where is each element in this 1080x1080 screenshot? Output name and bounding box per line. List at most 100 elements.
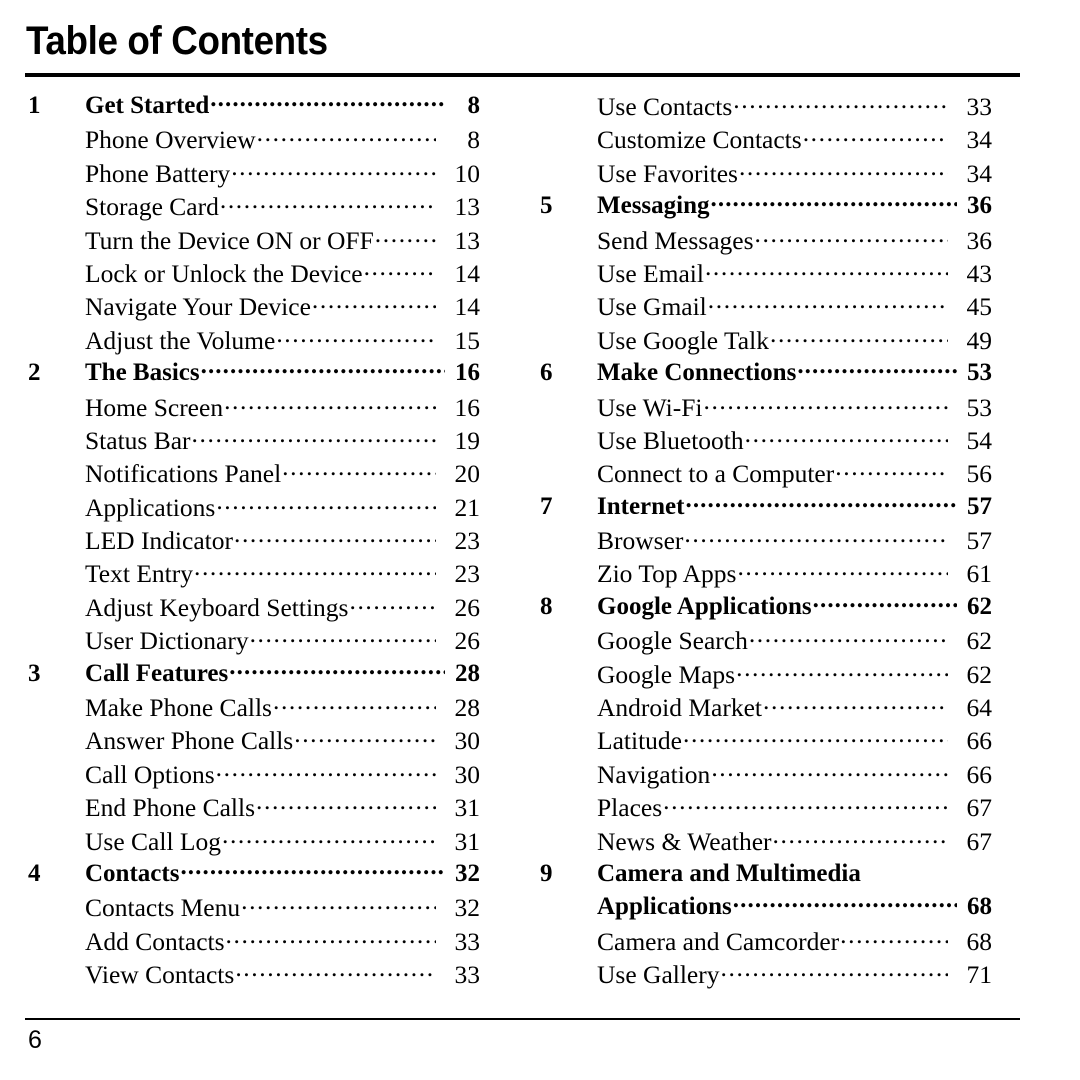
toc-entry-label: Navigation xyxy=(597,759,711,789)
toc-entry-body: User Dictionary 26 xyxy=(85,626,480,656)
toc-entry-body: Call Options 30 xyxy=(85,760,480,790)
toc-entry-label: Get Started xyxy=(85,92,210,119)
toc-entry-row[interactable]: LED Indicator 23 xyxy=(28,526,480,559)
toc-entry-row[interactable]: Latitude 66 xyxy=(540,726,992,759)
toc-entry-row[interactable]: Browser 57 xyxy=(540,526,992,559)
toc-chapter-row[interactable]: 5 Messaging 36 xyxy=(540,192,992,225)
dot-leader xyxy=(708,299,948,315)
toc-entry-row[interactable]: User Dictionary 26 xyxy=(28,626,480,659)
toc-entry-row[interactable]: Adjust Keyboard Settings 26 xyxy=(28,593,480,626)
toc-chapter-row[interactable]: Applications 68 xyxy=(540,893,992,926)
toc-entry-page-number: 56 xyxy=(966,459,993,489)
toc-entry-row[interactable]: Turn the Device ON or OFF 13 xyxy=(28,226,480,259)
toc-entry-page-number: 67 xyxy=(966,826,993,856)
dot-leader xyxy=(282,466,436,482)
dot-leader xyxy=(736,667,948,683)
toc-entry-row[interactable]: Navigation 66 xyxy=(540,760,992,793)
toc-entry-body: Google Search 62 xyxy=(597,626,992,656)
toc-entry-row[interactable]: Connect to a Computer 56 xyxy=(540,459,992,492)
toc-entry-row[interactable]: Use Favorites 34 xyxy=(540,159,992,192)
toc-entry-row[interactable]: Phone Overview 8 xyxy=(28,125,480,158)
toc-entry-row[interactable]: Camera and Camcorder 68 xyxy=(540,927,992,960)
toc-entry-row[interactable]: View Contacts 33 xyxy=(28,960,480,993)
toc-entry-row[interactable]: Answer Phone Calls 30 xyxy=(28,726,480,759)
dot-leader xyxy=(250,633,436,649)
toc-entry-row[interactable]: Google Maps 62 xyxy=(540,660,992,693)
toc-entry-row[interactable]: End Phone Calls 31 xyxy=(28,793,480,826)
toc-chapter-row[interactable]: 3 Call Features 28 xyxy=(28,660,480,693)
toc-entry-row[interactable]: Navigate Your Device 14 xyxy=(28,292,480,325)
toc-entry-row[interactable]: Use Wi-Fi 53 xyxy=(540,393,992,426)
toc-entry-row[interactable]: News & Weather 67 xyxy=(540,827,992,860)
toc-entry-body: Contacts 32 xyxy=(85,860,480,888)
toc-entry-row[interactable]: Android Market 64 xyxy=(540,693,992,726)
toc-entry-page-number: 23 xyxy=(454,526,481,556)
toc-entry-row[interactable]: Adjust the Volume 15 xyxy=(28,326,480,359)
toc-chapter-row[interactable]: 2 The Basics 16 xyxy=(28,359,480,392)
toc-entry-row[interactable]: Places 67 xyxy=(540,793,992,826)
toc-entry-row[interactable]: Use Email 43 xyxy=(540,259,992,292)
toc-entry-label: Notifications Panel xyxy=(85,459,282,489)
toc-entry-page-number: 53 xyxy=(967,359,992,387)
toc-entry-row[interactable]: Use Contacts 33 xyxy=(540,92,992,125)
toc-entry-row[interactable]: Google Search 62 xyxy=(540,626,992,659)
toc-entry-body: Phone Overview 8 xyxy=(85,125,480,155)
toc-chapter-row[interactable]: 1 Get Started 8 xyxy=(28,92,480,125)
toc-entry-body: Applications 21 xyxy=(85,493,480,523)
toc-entry-body: Storage Card 13 xyxy=(85,192,480,222)
dot-leader xyxy=(375,233,436,249)
toc-entry-row[interactable]: Send Messages 36 xyxy=(540,226,992,259)
toc-entry-page-number: 62 xyxy=(966,626,993,656)
toc-chapter-row[interactable]: 8 Google Applications 62 xyxy=(540,593,992,626)
toc-entry-row[interactable]: Notifications Panel 20 xyxy=(28,459,480,492)
toc-entry-page-number: 23 xyxy=(454,559,481,589)
toc-entry-label: Phone Overview xyxy=(85,125,256,155)
toc-entry-label: Use Google Talk xyxy=(597,325,769,355)
toc-entry-row[interactable]: Storage Card 13 xyxy=(28,192,480,225)
dot-leader xyxy=(294,733,436,749)
toc-entry-page-number: 20 xyxy=(454,459,481,489)
toc-entry-label: Make Connections xyxy=(597,359,797,387)
toc-entry-label: End Phone Calls xyxy=(85,793,255,823)
toc-entry-row[interactable]: Home Screen 16 xyxy=(28,393,480,426)
toc-entry-page-number: 15 xyxy=(454,325,481,355)
header-divider xyxy=(25,73,1020,77)
toc-chapter-row[interactable]: 6 Make Connections 53 xyxy=(540,359,992,392)
chapter-number: 9 xyxy=(540,859,553,887)
toc-entry-row[interactable]: Status Bar 19 xyxy=(28,426,480,459)
toc-entry-row[interactable]: Text Entry 23 xyxy=(28,559,480,592)
toc-entry-row[interactable]: Contacts Menu 32 xyxy=(28,893,480,926)
toc-entry-label: Latitude xyxy=(597,726,682,756)
toc-entry-body: Use Bluetooth 54 xyxy=(597,426,992,456)
toc-entry-row[interactable]: Use Gallery 71 xyxy=(540,960,992,993)
toc-entry-row[interactable]: Customize Contacts 34 xyxy=(540,125,992,158)
toc-entry-row[interactable]: Use Google Talk 49 xyxy=(540,326,992,359)
toc-entry-row[interactable]: Lock or Unlock the Device 14 xyxy=(28,259,480,292)
toc-chapter-row[interactable]: 7 Internet 57 xyxy=(540,493,992,526)
toc-entry-body: Adjust the Volume 15 xyxy=(85,326,480,356)
toc-entry-page-number: 13 xyxy=(454,225,481,255)
toc-entry-row[interactable]: Phone Battery 10 xyxy=(28,159,480,192)
toc-chapter-row[interactable]: 9 Camera and Multimedia xyxy=(540,860,992,893)
toc-entry-row[interactable]: Use Call Log 31 xyxy=(28,827,480,860)
dot-leader xyxy=(685,498,957,514)
toc-entry-row[interactable]: Make Phone Calls 28 xyxy=(28,693,480,726)
dot-leader xyxy=(234,533,436,549)
dot-leader xyxy=(364,266,436,282)
toc-entry-label: Messaging xyxy=(597,192,710,220)
toc-chapter-row[interactable]: 4 Contacts 32 xyxy=(28,860,480,893)
toc-entry-row[interactable]: Add Contacts 33 xyxy=(28,927,480,960)
toc-entry-label: Google Applications xyxy=(597,592,812,620)
toc-entry-page-number: 34 xyxy=(966,125,993,155)
toc-entry-row[interactable]: Applications 21 xyxy=(28,493,480,526)
toc-entry-label: Connect to a Computer xyxy=(597,459,835,489)
dot-leader xyxy=(222,834,436,850)
toc-entry-page-number: 26 xyxy=(454,626,481,656)
toc-entry-row[interactable]: Use Bluetooth 54 xyxy=(540,426,992,459)
toc-entry-label: Lock or Unlock the Device xyxy=(85,258,363,288)
toc-entry-row[interactable]: Zio Top Apps 61 xyxy=(540,559,992,592)
toc-entry-row[interactable]: Use Gmail 45 xyxy=(540,292,992,325)
toc-entry-body: Send Messages 36 xyxy=(597,226,992,256)
toc-entry-label: Status Bar xyxy=(85,425,191,455)
toc-entry-row[interactable]: Call Options 30 xyxy=(28,760,480,793)
